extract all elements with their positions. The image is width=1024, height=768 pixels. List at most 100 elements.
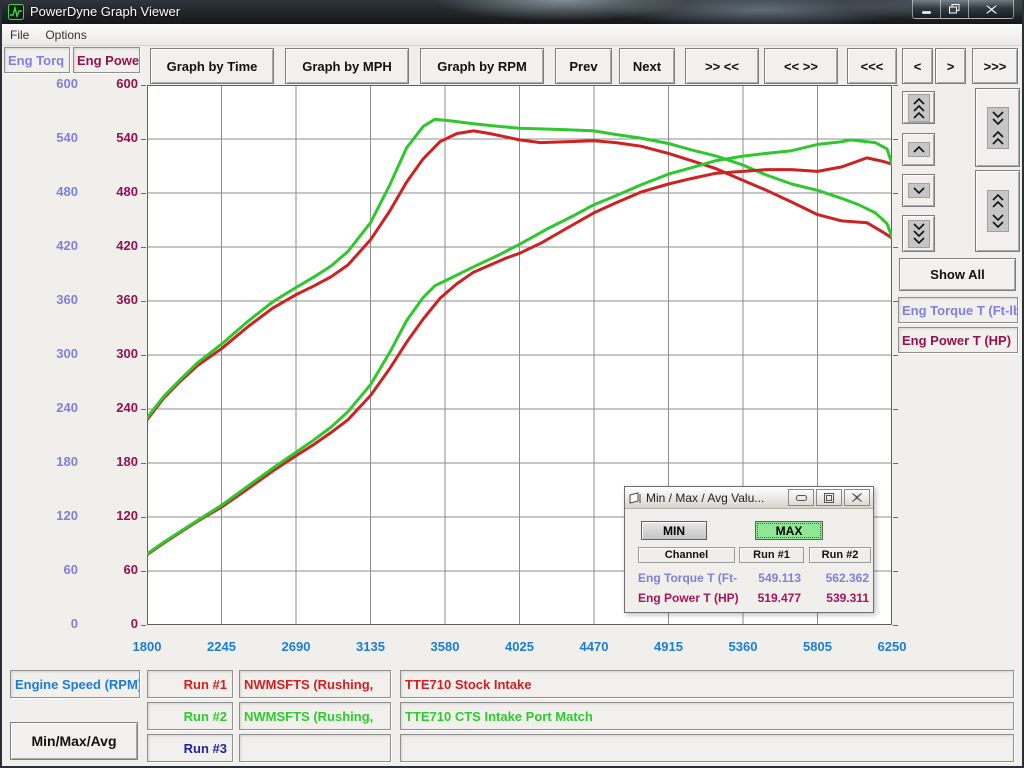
zoom-in-x-button[interactable]: >> <<	[685, 48, 759, 84]
contract-vertical-button[interactable]	[975, 88, 1020, 167]
column-header-run1: Run #1	[739, 547, 804, 563]
title-bar[interactable]: PowerDyne Graph Viewer	[2, 0, 1022, 24]
run3-operator-field[interactable]	[239, 734, 391, 762]
restore-button[interactable]	[941, 0, 969, 19]
zoom-out-x-button[interactable]: << >>	[764, 48, 838, 84]
app-icon	[8, 4, 24, 20]
run1-operator-field[interactable]: NWMSFTS (Rushing,	[239, 670, 391, 698]
axis-tick	[141, 139, 146, 140]
axis-tick	[893, 409, 898, 410]
axis-tick	[893, 625, 898, 626]
y-tick-label: 300	[90, 346, 138, 361]
close-button[interactable]	[969, 0, 1014, 19]
power-axis-header: Eng Powe	[73, 47, 140, 73]
power-row-run2-value: 539.311	[809, 591, 869, 605]
expand-vertical-icon	[987, 190, 1009, 232]
triple-chevron-up-icon	[908, 94, 930, 122]
scroll-right-fast-button[interactable]: >>>	[972, 48, 1018, 84]
x-tick-label: 3135	[339, 639, 403, 654]
run2-label: Run #2	[147, 702, 233, 730]
y-tick-label: 360	[90, 292, 138, 307]
axis-tick	[141, 85, 146, 86]
graph-by-rpm-button[interactable]: Graph by RPM	[420, 48, 544, 84]
minmax-close-button[interactable]	[844, 489, 870, 506]
menu-item-options[interactable]: Options	[37, 26, 94, 44]
y-tick-label: 120	[30, 508, 78, 523]
x-tick-label: 4470	[562, 639, 626, 654]
x-tick-label: 4025	[488, 639, 552, 654]
axis-tick	[893, 193, 898, 194]
next-button[interactable]: Next	[619, 48, 675, 84]
scroll-down-fast-button[interactable]	[902, 215, 935, 252]
column-header-run2: Run #2	[809, 547, 871, 563]
show-all-button[interactable]: Show All	[899, 258, 1016, 291]
y-tick-label: 540	[90, 130, 138, 145]
powerdyne-window: PowerDyne Graph Viewer File Options	[0, 0, 1024, 768]
run3-comment-field[interactable]	[400, 734, 1014, 762]
scroll-up-button[interactable]	[902, 133, 935, 166]
axis-tick	[893, 355, 898, 356]
minmax-avg-button[interactable]: Min/Max/Avg	[10, 722, 138, 760]
axis-tick	[141, 463, 146, 464]
y-tick-label: 240	[30, 400, 78, 415]
run1-comment-field[interactable]: TTE710 Stock Intake	[400, 670, 1014, 698]
axis-tick	[893, 463, 898, 464]
y-tick-label: 0	[30, 616, 78, 631]
axis-tick	[141, 571, 146, 572]
run2-comment-field[interactable]: TTE710 CTS Intake Port Match	[400, 702, 1014, 730]
axis-tick	[141, 355, 146, 356]
power-row-run1-value: 519.477	[739, 591, 801, 605]
menu-item-file[interactable]: File	[2, 26, 37, 44]
menu-bar: File Options	[2, 24, 1022, 46]
axis-tick	[893, 139, 898, 140]
contract-vertical-icon	[987, 107, 1009, 149]
axis-tick	[893, 571, 898, 572]
torque-row-run1-value: 549.113	[739, 571, 801, 585]
y-tick-label: 180	[90, 454, 138, 469]
minmax-window: Min / Max / Avg Valu... MIN MAX Channel …	[624, 486, 874, 613]
y-tick-label: 180	[30, 454, 78, 469]
y-tick-label: 600	[90, 76, 138, 91]
scroll-right-button[interactable]: >	[935, 48, 966, 84]
y-tick-label: 420	[90, 238, 138, 253]
max-tab-button[interactable]: MAX	[755, 521, 823, 540]
window-title: PowerDyne Graph Viewer	[30, 4, 180, 19]
axis-tick	[893, 517, 898, 518]
y-tick-label: 300	[30, 346, 78, 361]
torque-row-run2-value: 562.362	[809, 571, 869, 585]
y-tick-label: 60	[30, 562, 78, 577]
axis-tick	[141, 625, 146, 626]
run1-label: Run #1	[147, 670, 233, 698]
scroll-up-fast-button[interactable]	[902, 91, 935, 124]
graph-by-time-button[interactable]: Graph by Time	[150, 48, 274, 84]
expand-vertical-button[interactable]	[975, 170, 1020, 252]
x-tick-label: 4915	[637, 639, 701, 654]
scroll-left-button[interactable]: <	[902, 48, 933, 84]
y-tick-label: 0	[90, 616, 138, 631]
y-tick-label: 480	[90, 184, 138, 199]
x-tick-label: 2690	[264, 639, 328, 654]
column-header-channel: Channel	[638, 547, 735, 563]
minimize-button[interactable]	[912, 0, 941, 19]
axis-tick	[893, 247, 898, 248]
minmax-restore-button[interactable]	[816, 489, 842, 506]
power-row-channel: Eng Power T (HP)	[638, 591, 738, 605]
x-axis-title-box: Engine Speed (RPM)	[10, 670, 140, 698]
run2-operator-field[interactable]: NWMSFTS (Rushing,	[239, 702, 391, 730]
axis-tick	[141, 301, 146, 302]
axis-tick	[141, 247, 146, 248]
graph-by-mph-button[interactable]: Graph by MPH	[285, 48, 409, 84]
x-tick-label: 5805	[786, 639, 850, 654]
run3-label: Run #3	[147, 734, 233, 762]
chevron-up-icon	[908, 142, 930, 157]
min-tab-button[interactable]: MIN	[641, 521, 707, 540]
x-tick-label: 5360	[711, 639, 775, 654]
chevron-down-icon	[908, 183, 930, 198]
y-tick-label: 420	[30, 238, 78, 253]
scroll-down-button[interactable]	[902, 174, 935, 207]
triple-chevron-down-icon	[908, 220, 930, 248]
minmax-window-title-bar[interactable]: Min / Max / Avg Valu...	[625, 487, 873, 509]
scroll-left-fast-button[interactable]: <<<	[847, 48, 897, 84]
minmax-minimize-button[interactable]	[788, 489, 814, 506]
prev-button[interactable]: Prev	[555, 48, 612, 84]
